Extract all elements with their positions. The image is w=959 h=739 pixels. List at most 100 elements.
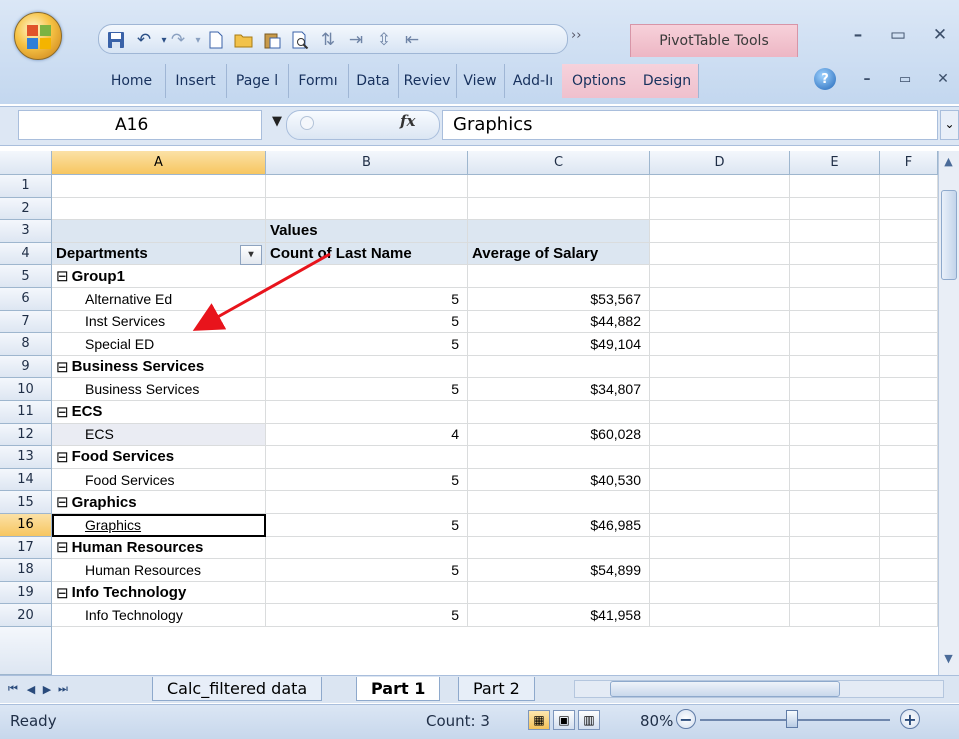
- cell-c2[interactable]: [468, 197, 650, 221]
- cell-b15[interactable]: [266, 491, 468, 514]
- row-header-6[interactable]: 6: [0, 288, 52, 311]
- cell-a18[interactable]: Human Resources: [52, 559, 266, 582]
- cell-f16[interactable]: [880, 514, 938, 537]
- close-window-button[interactable]: ✕: [923, 22, 957, 48]
- row-header-7[interactable]: 7: [0, 310, 52, 334]
- cell-a19[interactable]: ⊟ Info Technology: [52, 581, 266, 605]
- row-header-16[interactable]: 16: [0, 514, 52, 537]
- cell-a4[interactable]: Departments: [52, 242, 266, 266]
- cell-b3[interactable]: Values: [266, 220, 468, 243]
- cell-d13[interactable]: [650, 446, 790, 469]
- cell-e4[interactable]: [790, 242, 880, 266]
- normal-view-icon[interactable]: ▦: [528, 710, 550, 730]
- collapse-group-icon[interactable]: ⊟: [56, 267, 69, 285]
- new-document-icon[interactable]: [206, 30, 226, 50]
- cell-f12[interactable]: [880, 423, 938, 447]
- cell-d8[interactable]: [650, 333, 790, 356]
- cell-b6[interactable]: 5: [266, 288, 468, 311]
- cell-f17[interactable]: [880, 536, 938, 560]
- open-folder-icon[interactable]: [234, 30, 254, 50]
- tab-view[interactable]: View: [456, 64, 505, 98]
- collapse-group-icon[interactable]: ⊟: [56, 448, 69, 466]
- undo-icon[interactable]: ↶: [134, 30, 154, 50]
- cell-e9[interactable]: [790, 355, 880, 379]
- insert-columns-icon[interactable]: ⇤: [402, 30, 422, 50]
- cell-e20[interactable]: [790, 604, 880, 627]
- cell-d19[interactable]: [650, 581, 790, 605]
- tab-review[interactable]: Reviev: [398, 64, 457, 98]
- zoom-in-icon[interactable]: +: [900, 709, 920, 729]
- sheet-tab-part-2[interactable]: Part 2: [458, 677, 535, 701]
- cell-a8[interactable]: Special ED: [52, 333, 266, 356]
- cell-c19[interactable]: [468, 581, 650, 605]
- cell-e18[interactable]: [790, 559, 880, 582]
- scroll-down-icon[interactable]: ▼: [938, 652, 959, 665]
- cell-a15[interactable]: ⊟ Graphics: [52, 491, 266, 514]
- cell-c3[interactable]: [468, 220, 650, 243]
- cell-d17[interactable]: [650, 536, 790, 560]
- zoom-slider-thumb[interactable]: [786, 710, 798, 728]
- scroll-up-icon[interactable]: ▲: [938, 155, 959, 168]
- cell-b19[interactable]: [266, 581, 468, 605]
- cell-e5[interactable]: [790, 265, 880, 288]
- formula-input[interactable]: Graphics: [442, 110, 938, 140]
- cell-c15[interactable]: [468, 491, 650, 514]
- cell-c5[interactable]: [468, 265, 650, 288]
- cell-b18[interactable]: 5: [266, 559, 468, 582]
- cell-d18[interactable]: [650, 559, 790, 582]
- collapse-group-icon[interactable]: ⊟: [56, 403, 69, 421]
- collapse-group-icon[interactable]: ⊟: [56, 493, 69, 511]
- cell-b17[interactable]: [266, 536, 468, 560]
- restore-window-button[interactable]: ▭: [881, 22, 915, 48]
- cell-c12[interactable]: $60,028: [468, 423, 650, 447]
- cell-c17[interactable]: [468, 536, 650, 560]
- cell-a7[interactable]: Inst Services: [52, 310, 266, 334]
- cell-f18[interactable]: [880, 559, 938, 582]
- cell-b1[interactable]: [266, 175, 468, 198]
- cell-d14[interactable]: [650, 468, 790, 492]
- cell-a3[interactable]: [52, 220, 266, 243]
- cell-f4[interactable]: [880, 242, 938, 266]
- cell-c20[interactable]: $41,958: [468, 604, 650, 627]
- cell-a9[interactable]: ⊟ Business Services: [52, 355, 266, 379]
- row-labels-filter-icon[interactable]: ▾: [240, 244, 262, 265]
- cell-d20[interactable]: [650, 604, 790, 627]
- page-break-view-icon[interactable]: ▥: [578, 710, 600, 730]
- cell-c7[interactable]: $44,882: [468, 310, 650, 334]
- cell-a6[interactable]: Alternative Ed: [52, 288, 266, 311]
- cell-e15[interactable]: [790, 491, 880, 514]
- cell-d7[interactable]: [650, 310, 790, 334]
- cell-a14[interactable]: Food Services: [52, 468, 266, 492]
- cell-f2[interactable]: [880, 197, 938, 221]
- cell-e16[interactable]: [790, 514, 880, 537]
- column-header-b[interactable]: B: [266, 151, 468, 175]
- next-sheet-icon[interactable]: ▶: [40, 681, 54, 697]
- cell-e8[interactable]: [790, 333, 880, 356]
- cell-e11[interactable]: [790, 401, 880, 424]
- name-box[interactable]: A16: [18, 110, 262, 140]
- cell-b5[interactable]: [266, 265, 468, 288]
- row-header-20[interactable]: 20: [0, 604, 52, 627]
- row-header-10[interactable]: 10: [0, 378, 52, 401]
- insert-function-button[interactable]: fx: [400, 112, 428, 138]
- cell-c4[interactable]: Average of Salary: [468, 242, 650, 266]
- cell-a10[interactable]: Business Services: [52, 378, 266, 401]
- tab-design[interactable]: Design: [636, 64, 699, 98]
- close-workbook-button[interactable]: ✕: [926, 66, 959, 92]
- cell-a11[interactable]: ⊟ ECS: [52, 401, 266, 424]
- cell-e12[interactable]: [790, 423, 880, 447]
- row-header-13[interactable]: 13: [0, 446, 52, 469]
- cell-b12[interactable]: 4: [266, 423, 468, 447]
- minimize-window-button[interactable]: –: [841, 22, 875, 48]
- cell-f5[interactable]: [880, 265, 938, 288]
- row-header-19[interactable]: 19: [0, 581, 52, 605]
- tab-formulas[interactable]: Formı: [288, 64, 349, 98]
- cell-e10[interactable]: [790, 378, 880, 401]
- cell-c9[interactable]: [468, 355, 650, 379]
- cell-c10[interactable]: $34,807: [468, 378, 650, 401]
- column-header-f[interactable]: F: [880, 151, 938, 175]
- row-header-1[interactable]: 1: [0, 175, 52, 198]
- cell-d5[interactable]: [650, 265, 790, 288]
- cell-f10[interactable]: [880, 378, 938, 401]
- print-preview-icon[interactable]: [290, 30, 310, 50]
